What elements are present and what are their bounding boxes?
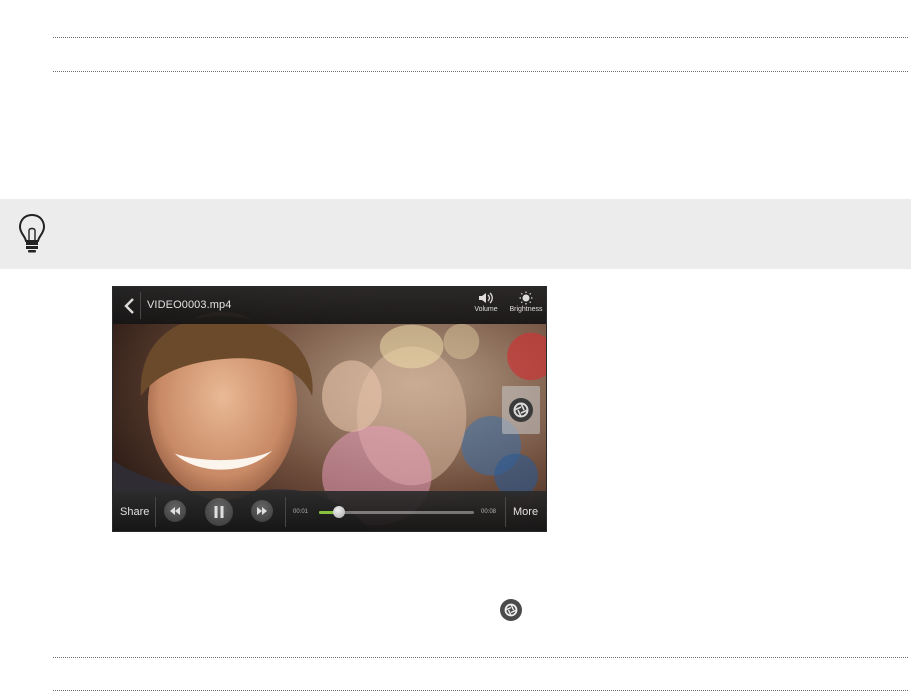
topbar-separator — [140, 292, 141, 319]
seek-bar[interactable] — [319, 506, 474, 518]
camera-shutter-icon — [500, 599, 522, 621]
volume-label: Volume — [474, 306, 498, 313]
fast-forward-icon — [257, 507, 267, 515]
control-separator — [155, 497, 156, 527]
divider-top-2 — [53, 71, 908, 72]
capture-frame-button[interactable] — [502, 386, 540, 434]
brightness-label: Brightness — [509, 306, 543, 313]
divider-bottom-2 — [53, 690, 908, 691]
rewind-button[interactable] — [164, 500, 186, 522]
video-file-title: VIDEO0003.mp4 — [147, 299, 232, 311]
seek-handle[interactable] — [333, 506, 346, 518]
player-control-bar: Share 00:01 00:08 More — [113, 491, 546, 531]
divider-bottom-1 — [53, 657, 908, 658]
elapsed-time: 00:01 — [293, 509, 309, 515]
pause-button[interactable] — [205, 498, 233, 526]
player-top-bar: VIDEO0003.mp4 Volume Brightness — [113, 287, 546, 324]
total-time: 00:08 — [481, 509, 497, 515]
pause-icon — [214, 506, 224, 518]
camera-shutter-icon — [509, 398, 533, 422]
brightness-button[interactable]: Brightness — [508, 291, 544, 323]
tip-band — [0, 199, 911, 269]
control-separator — [505, 497, 506, 527]
rewind-icon — [170, 507, 180, 515]
share-button[interactable]: Share — [120, 506, 149, 518]
speaker-icon — [479, 292, 493, 304]
control-separator — [285, 497, 286, 527]
video-player-screenshot: VIDEO0003.mp4 Volume Brightness Share 00… — [112, 286, 547, 532]
lightbulb-icon — [18, 213, 46, 253]
fast-forward-button[interactable] — [251, 500, 273, 522]
more-button[interactable]: More — [513, 506, 538, 518]
brightness-icon — [519, 291, 533, 305]
volume-button[interactable]: Volume — [468, 291, 504, 323]
divider-top-1 — [53, 37, 908, 38]
